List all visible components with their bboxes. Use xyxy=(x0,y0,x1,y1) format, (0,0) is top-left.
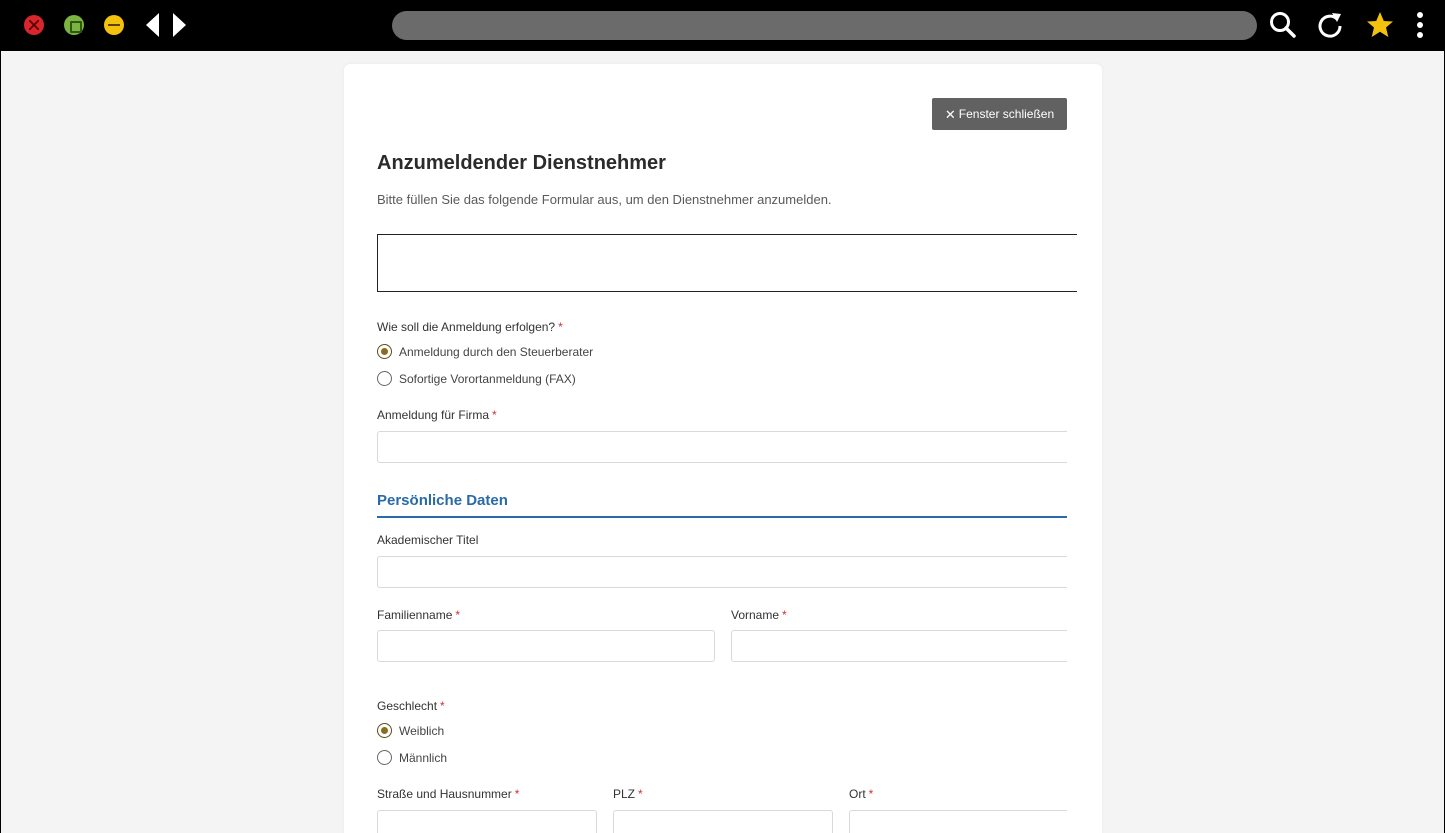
radio-male-label: Männlich xyxy=(399,750,448,765)
required-mark: * xyxy=(492,408,497,422)
registration-method-label: Wie soll die Anmeldung erfolgen? * xyxy=(377,320,563,334)
radio-tax-advisor[interactable]: Anmeldung durch den Steuerberater xyxy=(377,344,593,359)
zip-label-text: PLZ xyxy=(613,787,636,801)
required-mark: * xyxy=(455,608,461,622)
street-label-text: Straße und Hausnummer xyxy=(377,787,512,801)
maximize-icon[interactable] xyxy=(64,15,84,35)
zip-label: PLZ * xyxy=(613,787,643,801)
menu-icon[interactable] xyxy=(1405,10,1435,40)
form-card: ✕ Fenster schließen Anzumeldender Dienst… xyxy=(344,64,1102,833)
last-name-input[interactable] xyxy=(377,630,715,662)
radio-fax[interactable]: Sofortige Vorortanmeldung (FAX) xyxy=(377,371,576,386)
back-arrow-icon[interactable] xyxy=(144,12,162,38)
required-mark: * xyxy=(514,787,520,801)
city-label-text: Ort xyxy=(849,787,866,801)
close-window-button[interactable]: ✕ Fenster schließen xyxy=(932,98,1067,130)
minimize-icon[interactable] xyxy=(104,15,124,35)
section-title-personal: Persönliche Daten xyxy=(377,492,508,509)
first-name-label: Vorname * xyxy=(731,608,787,622)
radio-female[interactable]: Weiblich xyxy=(377,723,444,738)
gender-label-text: Geschlecht xyxy=(377,699,438,713)
page-viewport: ✕ Fenster schließen Anzumeldender Dienst… xyxy=(1,51,1444,833)
close-icon: ✕ xyxy=(944,106,956,122)
academic-title-input[interactable] xyxy=(377,556,1067,588)
browser-toolbar xyxy=(0,0,1445,50)
company-label-text: Anmeldung für Firma xyxy=(377,408,490,422)
radio-selected-icon[interactable] xyxy=(377,723,392,738)
search-icon[interactable] xyxy=(1268,10,1298,40)
street-input[interactable] xyxy=(377,810,597,833)
required-mark: * xyxy=(782,608,787,622)
required-mark: * xyxy=(638,787,643,801)
city-input[interactable] xyxy=(849,810,1067,833)
info-box xyxy=(377,234,1077,292)
first-name-label-text: Vorname xyxy=(731,608,780,622)
radio-fax-label: Sofortige Vorortanmeldung (FAX) xyxy=(399,371,576,386)
radio-female-label: Weiblich xyxy=(399,723,445,738)
required-mark: * xyxy=(440,699,445,713)
required-mark: * xyxy=(868,787,874,801)
page-subtitle: Bitte füllen Sie das folgende Formular a… xyxy=(377,192,832,207)
city-label: Ort * xyxy=(849,787,873,801)
section-divider xyxy=(377,516,1067,518)
star-icon[interactable] xyxy=(1365,10,1395,40)
first-name-input[interactable] xyxy=(731,630,1067,662)
academic-title-label: Akademischer Titel xyxy=(377,533,479,547)
company-label: Anmeldung für Firma * xyxy=(377,408,497,422)
forward-arrow-icon[interactable] xyxy=(170,12,188,38)
radio-unselected-icon[interactable] xyxy=(377,371,392,386)
radio-male[interactable]: Männlich xyxy=(377,750,447,765)
last-name-label-text: Familienname xyxy=(377,608,453,622)
radio-tax-advisor-label: Anmeldung durch den Steuerberater xyxy=(399,344,594,359)
required-mark: * xyxy=(558,320,563,334)
close-window-icon[interactable] xyxy=(24,15,44,35)
close-button-label: Fenster schließen xyxy=(958,107,1055,121)
street-label: Straße und Hausnummer * xyxy=(377,787,519,801)
radio-unselected-icon[interactable] xyxy=(377,750,392,765)
zip-input[interactable] xyxy=(613,810,833,833)
registration-method-text: Wie soll die Anmeldung erfolgen? xyxy=(377,320,556,334)
address-bar[interactable] xyxy=(392,11,1257,40)
company-input[interactable] xyxy=(377,431,1067,463)
last-name-label: Familienname * xyxy=(377,608,460,622)
gender-label: Geschlecht * xyxy=(377,699,445,713)
radio-selected-icon[interactable] xyxy=(377,344,392,359)
page-title: Anzumeldender Dienstnehmer xyxy=(377,152,666,174)
reload-icon[interactable] xyxy=(1315,10,1345,40)
